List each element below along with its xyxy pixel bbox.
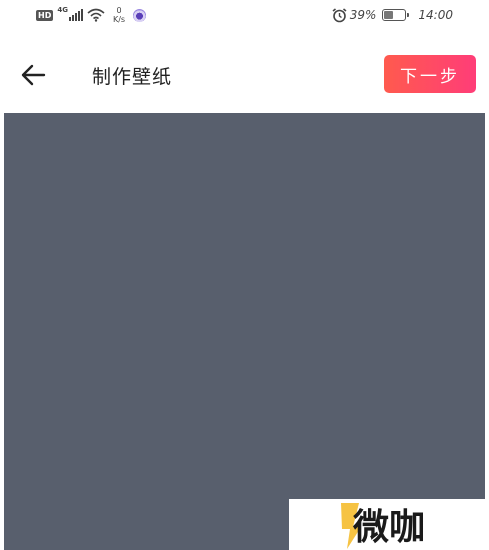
network-speed: 0 K/s <box>113 6 125 24</box>
clock: 14:00 <box>418 8 453 22</box>
app-notification-icon <box>133 8 147 22</box>
battery-percent: 39% <box>349 8 377 22</box>
status-bar: HD 4G 0 K/s 39% 14:00 <box>0 0 489 30</box>
signal-icon <box>68 9 83 21</box>
alarm-icon <box>332 7 347 22</box>
hd-badge: HD <box>36 9 54 21</box>
speed-unit: K/s <box>112 15 126 24</box>
status-right: 39% 14:00 <box>332 4 453 26</box>
status-left: HD 4G 0 K/s <box>36 4 147 26</box>
battery-icon <box>382 9 410 21</box>
next-step-button[interactable]: 下一步 <box>384 55 476 93</box>
watermark-logo: 微咖 <box>341 503 425 549</box>
back-button[interactable] <box>16 58 50 92</box>
wifi-icon <box>87 8 105 22</box>
speed-value: 0 <box>116 6 122 15</box>
page-title: 制作壁纸 <box>92 66 173 88</box>
back-arrow-icon <box>21 64 46 86</box>
network-type: 4G <box>57 6 68 14</box>
wallpaper-canvas[interactable] <box>4 113 485 550</box>
watermark-text: 微咖 <box>352 507 425 548</box>
battery-level <box>384 11 393 19</box>
